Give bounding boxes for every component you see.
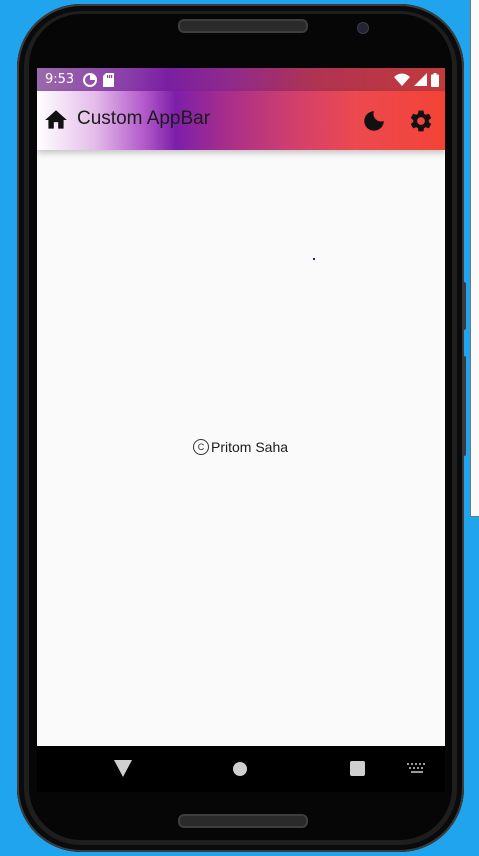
background-window xyxy=(470,0,479,517)
gear-icon[interactable] xyxy=(408,108,434,134)
bottom-speaker xyxy=(178,814,308,828)
keyboard-icon[interactable] xyxy=(407,763,427,775)
data-saver-icon xyxy=(83,73,97,87)
copyright-icon: C xyxy=(193,439,209,455)
volume-button[interactable] xyxy=(462,356,466,456)
top-speaker xyxy=(178,19,308,33)
recents-icon[interactable] xyxy=(350,761,365,776)
device-screen: 9:53 Custom AppBar C Pritom Saha xyxy=(37,68,445,746)
status-time: 9:53 xyxy=(45,72,75,87)
status-bar: 9:53 xyxy=(37,68,445,91)
status-right-icons xyxy=(394,73,439,87)
home-icon[interactable] xyxy=(43,107,69,133)
app-bar: Custom AppBar xyxy=(37,91,445,150)
navigation-bar xyxy=(37,746,445,792)
sd-card-icon xyxy=(103,73,114,87)
app-title: Custom AppBar xyxy=(77,108,211,129)
status-left-icons xyxy=(83,73,114,87)
back-icon[interactable] xyxy=(114,760,132,777)
author-name: Pritom Saha xyxy=(211,439,289,455)
signal-icon xyxy=(414,73,427,86)
power-button[interactable] xyxy=(462,282,466,330)
copyright-label: C Pritom Saha xyxy=(193,439,288,455)
home-circle-icon[interactable] xyxy=(233,762,247,776)
front-camera xyxy=(357,22,369,34)
moon-icon[interactable] xyxy=(361,108,387,134)
wifi-icon xyxy=(394,73,410,86)
battery-icon xyxy=(431,73,439,87)
stray-pixel xyxy=(313,258,315,260)
